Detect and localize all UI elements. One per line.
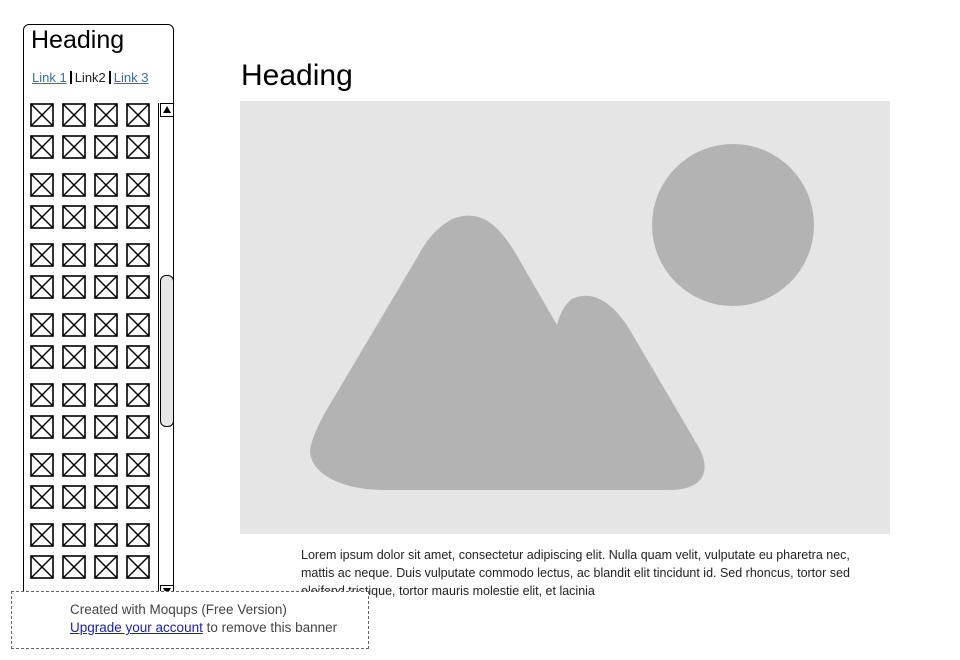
- image-placeholder-icon: [94, 205, 118, 229]
- sun-shape: [652, 144, 814, 306]
- image-placeholder-icon: [126, 555, 150, 579]
- image-placeholder-icon: [126, 523, 150, 547]
- image-placeholder-icon: [126, 243, 150, 267]
- image-placeholder-icon: [62, 555, 86, 579]
- upgrade-account-link[interactable]: Upgrade your account: [70, 620, 203, 635]
- image-placeholder-icon: [62, 275, 86, 299]
- image-placeholder-icon: [30, 135, 54, 159]
- image-placeholder-icon: [30, 453, 54, 477]
- image-placeholder-icon: [94, 555, 118, 579]
- image-placeholder-icon: [126, 485, 150, 509]
- sidebar-link-bar: Link 1 Link2 Link 3: [32, 69, 148, 87]
- image-placeholder-icon: [94, 243, 118, 267]
- image-placeholder-icon: [94, 173, 118, 197]
- sidebar-panel: Heading Link 1 Link2 Link 3: [23, 24, 174, 604]
- image-placeholder: [240, 101, 890, 534]
- image-placeholder-icon: [94, 485, 118, 509]
- sidebar-heading: Heading: [31, 26, 125, 54]
- image-placeholder-icon: [30, 485, 54, 509]
- scroll-thumb[interactable]: [160, 275, 173, 427]
- image-placeholder-icon: [240, 101, 890, 534]
- image-placeholder-icon: [126, 453, 150, 477]
- image-placeholder-icon: [30, 313, 54, 337]
- image-placeholder-icon: [30, 383, 54, 407]
- image-placeholder-icon: [30, 555, 54, 579]
- image-placeholder-icon: [62, 243, 86, 267]
- image-placeholder-icon: [94, 383, 118, 407]
- image-placeholder-icon: [62, 415, 86, 439]
- moqups-banner: Created with Moqups (Free Version) Upgra…: [11, 591, 369, 649]
- page-title: Heading: [241, 59, 353, 92]
- image-placeholder-icon: [94, 345, 118, 369]
- image-placeholder-icon: [126, 313, 150, 337]
- image-placeholder-icon: [94, 103, 118, 127]
- image-placeholder-icon: [62, 453, 86, 477]
- image-placeholder-icon: [62, 485, 86, 509]
- image-placeholder-icon: [62, 135, 86, 159]
- image-placeholder-icon: [62, 103, 86, 127]
- image-placeholder-icon: [30, 275, 54, 299]
- image-placeholder-icon: [62, 383, 86, 407]
- banner-upgrade-line: Upgrade your account to remove this bann…: [70, 620, 337, 635]
- image-placeholder-icon: [30, 205, 54, 229]
- link-separator: [69, 71, 72, 84]
- image-placeholder-icon: [94, 415, 118, 439]
- image-placeholder-icon: [126, 275, 150, 299]
- sidebar-link-3[interactable]: Link 3: [114, 70, 149, 85]
- banner-suffix: to remove this banner: [202, 620, 338, 635]
- image-placeholder-icon: [62, 173, 86, 197]
- body-paragraph: Lorem ipsum dolor sit amet, consectetur …: [301, 548, 850, 598]
- image-placeholder-icon: [62, 523, 86, 547]
- image-placeholder-icon: [30, 345, 54, 369]
- image-placeholder-icon: [94, 523, 118, 547]
- image-placeholder-icon: [30, 243, 54, 267]
- sidebar-scrollbar[interactable]: [158, 103, 173, 603]
- image-placeholder-icon: [126, 135, 150, 159]
- image-placeholder-icon: [62, 345, 86, 369]
- image-placeholder-icon: [126, 345, 150, 369]
- image-placeholder-icon: [126, 173, 150, 197]
- image-placeholder-icon: [126, 103, 150, 127]
- sidebar-link-2[interactable]: Link2: [75, 70, 106, 85]
- image-placeholder-icon: [30, 523, 54, 547]
- image-placeholder-icon: [126, 415, 150, 439]
- image-placeholder-icon: [62, 313, 86, 337]
- image-placeholder-icon: [126, 383, 150, 407]
- image-placeholder-icon: [94, 135, 118, 159]
- image-placeholder-icon: [94, 275, 118, 299]
- image-placeholder-icon: [62, 205, 86, 229]
- arrow-up-icon[interactable]: [160, 103, 173, 117]
- banner-text: Created with Moqups (Free Version): [70, 602, 287, 617]
- link-separator: [108, 71, 111, 84]
- sidebar-link-1[interactable]: Link 1: [32, 70, 67, 85]
- image-placeholder-icon: [30, 173, 54, 197]
- image-placeholder-icon: [94, 453, 118, 477]
- image-placeholder-icon: [94, 313, 118, 337]
- image-placeholder-icon: [30, 415, 54, 439]
- image-placeholder-icon: [30, 103, 54, 127]
- image-placeholder-icon: [126, 205, 150, 229]
